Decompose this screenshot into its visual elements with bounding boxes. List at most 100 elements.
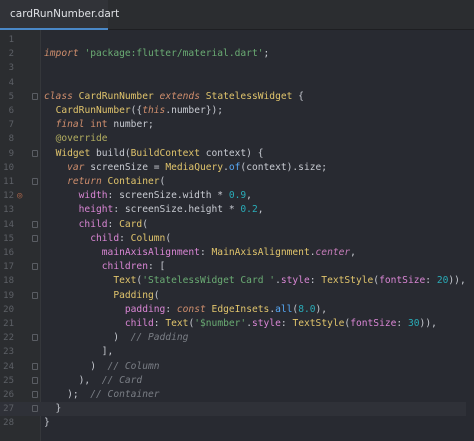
code-token: fontSize xyxy=(350,318,397,329)
code-token: mainAxisAlignment xyxy=(101,247,200,258)
editor-tab-bar: cardRunNumber.dart xyxy=(0,0,474,30)
code-line[interactable]: 4 xyxy=(0,76,474,90)
code-token: MainAxisAlignment xyxy=(211,247,310,258)
code-token: 0.9 xyxy=(228,190,247,202)
code-token: (context).size; xyxy=(240,161,328,173)
line-number: 22 xyxy=(3,333,14,344)
fold-toggle-icon[interactable] xyxy=(32,334,38,342)
code-line[interactable]: 9 Widget build(BuildContext context) { xyxy=(0,147,474,161)
code-line[interactable]: 26 ); // Container xyxy=(0,388,474,402)
code-token: center xyxy=(315,247,351,258)
code-line[interactable]: 27 } xyxy=(0,402,474,417)
code-line[interactable]: 24 ) // Column xyxy=(0,360,474,374)
code-token: ); xyxy=(44,389,91,400)
code-token: 0.2 xyxy=(240,204,258,216)
code-line[interactable]: 18 Text('StatelessWidget Card '.style: T… xyxy=(0,274,474,288)
code-line[interactable]: 14 child: Card( xyxy=(0,218,474,232)
code-text: import 'package:flutter/material.dart'; xyxy=(44,47,269,61)
code-token: // Card xyxy=(101,374,143,386)
code-line[interactable]: 11 return Container( xyxy=(0,175,474,189)
code-token: 20 xyxy=(436,275,449,287)
code-line[interactable]: 21 child: Text('$number'.style: TextStyl… xyxy=(0,317,474,331)
code-text: width: screenSize.width * 0.9, xyxy=(44,189,252,203)
fold-toggle-icon[interactable] xyxy=(32,263,38,271)
code-token: )), xyxy=(448,275,466,287)
code-token: // Column xyxy=(107,360,160,372)
fold-toggle-icon[interactable] xyxy=(32,405,38,413)
code-line[interactable]: 8 @override xyxy=(0,132,474,146)
code-editor[interactable]: 1 2 import 'package:flutter/material.dart'… xyxy=(0,30,474,441)
code-token: this xyxy=(142,105,166,116)
line-number: 16 xyxy=(3,248,14,258)
fold-toggle-icon[interactable] xyxy=(32,234,38,242)
code-token: class xyxy=(44,90,73,102)
code-line[interactable]: 13 height: screenSize.height * 0.2, xyxy=(0,203,474,217)
code-token: ) xyxy=(44,332,131,344)
code-token: 'StatelessWidget Card ' xyxy=(142,275,276,287)
code-line[interactable]: 17 children: [ xyxy=(0,260,474,274)
code-token: ) xyxy=(44,360,108,372)
fold-toggle-icon[interactable] xyxy=(32,362,38,370)
code-text: ), // Card xyxy=(44,374,143,388)
code-text: mainAxisAlignment: MainAxisAlignment.cen… xyxy=(44,246,356,260)
fold-toggle-icon[interactable] xyxy=(32,391,38,398)
code-token: import xyxy=(44,48,79,60)
code-token: number; xyxy=(107,119,154,131)
code-text: ); // Container xyxy=(44,388,159,402)
code-line[interactable]: 23 ], xyxy=(0,345,474,359)
file-tab[interactable]: cardRunNumber.dart xyxy=(0,0,119,30)
line-number: 1 xyxy=(8,35,14,45)
line-number: 2 xyxy=(8,49,14,60)
code-line[interactable]: 12 ◎ width: screenSize.width * 0.9, xyxy=(0,189,474,203)
code-line[interactable]: 3 xyxy=(0,61,474,75)
override-marker-icon[interactable]: ◎ xyxy=(17,191,22,201)
code-token: @override xyxy=(55,133,108,145)
code-token: Card xyxy=(119,218,143,230)
fold-toggle-icon[interactable] xyxy=(32,376,38,384)
fold-toggle-icon[interactable] xyxy=(32,178,38,185)
code-token: : screenSize.width * xyxy=(107,190,229,202)
code-text: return Container( xyxy=(44,175,165,189)
fold-toggle-icon[interactable] xyxy=(32,220,38,228)
code-line[interactable]: 6 CardRunNumber({this.number}); xyxy=(0,104,474,118)
fold-toggle-icon[interactable] xyxy=(32,92,38,100)
code-token: Container xyxy=(107,176,160,187)
code-text: ) // Column xyxy=(44,360,160,374)
code-token: width xyxy=(78,190,108,202)
code-text: padding: const EdgeInsets.all(8.0), xyxy=(44,303,327,317)
fold-toggle-icon[interactable] xyxy=(32,149,38,157)
code-text: child: Card( xyxy=(44,218,148,232)
code-line[interactable]: 19 Padding( xyxy=(0,289,474,303)
code-token: int xyxy=(90,119,108,131)
code-token: MediaQuery xyxy=(165,161,224,173)
code-line[interactable]: 2 import 'package:flutter/material.dart'; xyxy=(0,47,474,61)
line-number: 7 xyxy=(8,120,14,131)
code-token: : xyxy=(309,275,322,287)
code-line[interactable]: 28} xyxy=(0,416,474,430)
code-line[interactable]: 15 child: Column( xyxy=(0,232,474,246)
code-line[interactable]: 10 var screenSize = MediaQuery.of(contex… xyxy=(0,161,474,175)
code-token: ), xyxy=(44,374,102,386)
code-token: : xyxy=(280,318,293,329)
code-line[interactable]: 22 ) // Padding xyxy=(0,331,474,345)
code-line[interactable]: 20 padding: const EdgeInsets.all(8.0), xyxy=(0,303,474,317)
code-token: , xyxy=(246,190,252,202)
code-line[interactable]: 5 class CardRunNumber extends StatelessWi… xyxy=(0,90,474,104)
code-line[interactable]: 16 mainAxisAlignment: MainAxisAlignment.… xyxy=(0,246,474,260)
code-token: StatelessWidget xyxy=(205,90,293,102)
code-token: extends xyxy=(159,90,200,102)
code-line[interactable]: 7 final int number; xyxy=(0,118,474,132)
code-token: } xyxy=(44,403,62,415)
editor-scrollbar[interactable] xyxy=(466,30,474,441)
code-text: ], xyxy=(44,345,114,359)
code-line[interactable]: 1 xyxy=(0,33,474,47)
code-line[interactable]: 25 ), // Card xyxy=(0,374,474,388)
code-token: 'package:flutter/material.dart' xyxy=(84,48,264,60)
fold-toggle-icon[interactable] xyxy=(32,291,38,299)
